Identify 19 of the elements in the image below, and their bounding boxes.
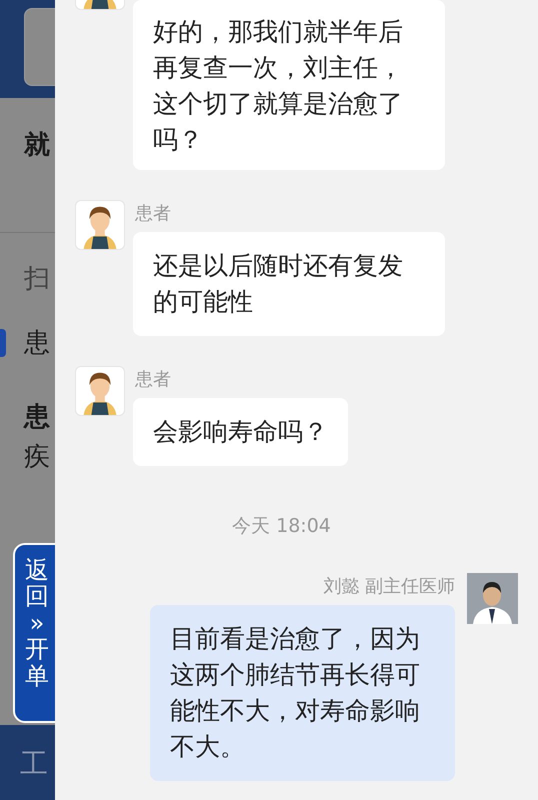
selection-marker: [0, 329, 6, 357]
doctor-avatar: [467, 572, 518, 624]
message-bubble: 会影响寿命吗？: [133, 398, 348, 466]
message-bubble: 还是以后随时还有复发的可能性: [133, 232, 445, 336]
patient-avatar: [75, 200, 125, 250]
background-text: 患: [24, 401, 50, 434]
patient-avatar: [75, 366, 125, 416]
background-text: 扫: [24, 263, 50, 296]
sender-name: 患者: [135, 202, 172, 226]
background-text: 就: [24, 129, 50, 162]
message-bubble: 好的，那我们就半年后再复查一次，刘主任，这个切了就算是治愈了吗？: [133, 0, 445, 170]
return-tab[interactable]: 返回»开单: [13, 543, 55, 723]
sender-name: 刘懿 副主任医师: [323, 574, 455, 598]
background-text: 患: [24, 327, 50, 360]
sender-name: 患者: [135, 368, 172, 392]
background-text: 疾: [24, 441, 50, 474]
message-bubble: 目前看是治愈了，因为这两个肺结节再长得可能性不大，对寿命影响不大。: [150, 604, 455, 780]
timestamp: 今天 18:04: [232, 514, 331, 539]
footer-text: 工: [20, 747, 48, 780]
